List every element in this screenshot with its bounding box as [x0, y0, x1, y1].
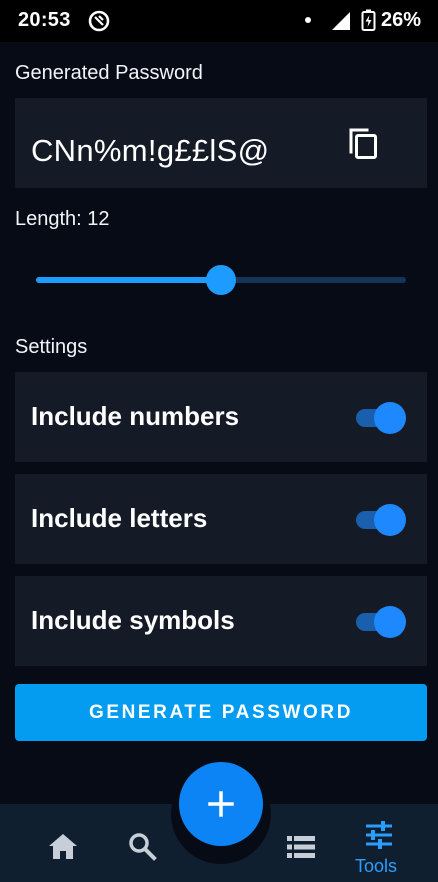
toggle-label: Include symbols: [31, 605, 235, 635]
battery-percentage: 26%: [381, 9, 422, 31]
status-time: 20:53: [18, 9, 71, 31]
app-notification-icon: [88, 10, 110, 32]
settings-heading: Settings: [15, 336, 88, 358]
switch-knob: [374, 402, 406, 434]
search-icon[interactable]: [127, 831, 157, 861]
tools-icon[interactable]: [364, 820, 394, 850]
switch-knob: [374, 504, 406, 536]
include-symbols-switch[interactable]: [356, 606, 408, 638]
length-slider[interactable]: [36, 265, 406, 295]
password-card: CNn%m!g££lS@: [15, 98, 427, 188]
generated-password-heading: Generated Password: [15, 62, 203, 84]
nav-label-tools[interactable]: Tools: [355, 856, 397, 877]
toggle-row-symbols[interactable]: Include symbols: [15, 576, 427, 666]
toggle-row-letters[interactable]: Include letters: [15, 474, 427, 564]
status-bar: 20:53 4G 26%: [0, 0, 438, 42]
generate-password-button[interactable]: GENERATE PASSWORD: [15, 684, 427, 741]
add-icon: [208, 791, 234, 817]
include-letters-switch[interactable]: [356, 504, 408, 536]
length-label: Length: 12: [15, 208, 110, 230]
include-numbers-switch[interactable]: [356, 402, 408, 434]
toggle-label: Include numbers: [31, 401, 240, 431]
list-icon[interactable]: [286, 835, 316, 859]
battery-charging-icon: [361, 9, 376, 31]
add-button[interactable]: [179, 762, 263, 846]
toggle-row-numbers[interactable]: Include numbers: [15, 372, 427, 462]
slider-fill: [36, 277, 221, 283]
network-type: 4G: [331, 10, 341, 17]
copy-icon[interactable]: [345, 124, 383, 162]
toggle-label: Include letters: [31, 503, 208, 533]
home-icon[interactable]: [47, 832, 79, 860]
generated-password-text: CNn%m!g££lS@: [31, 133, 270, 168]
switch-knob: [374, 606, 406, 638]
slider-thumb[interactable]: [206, 265, 236, 295]
notification-dot: [305, 17, 311, 23]
